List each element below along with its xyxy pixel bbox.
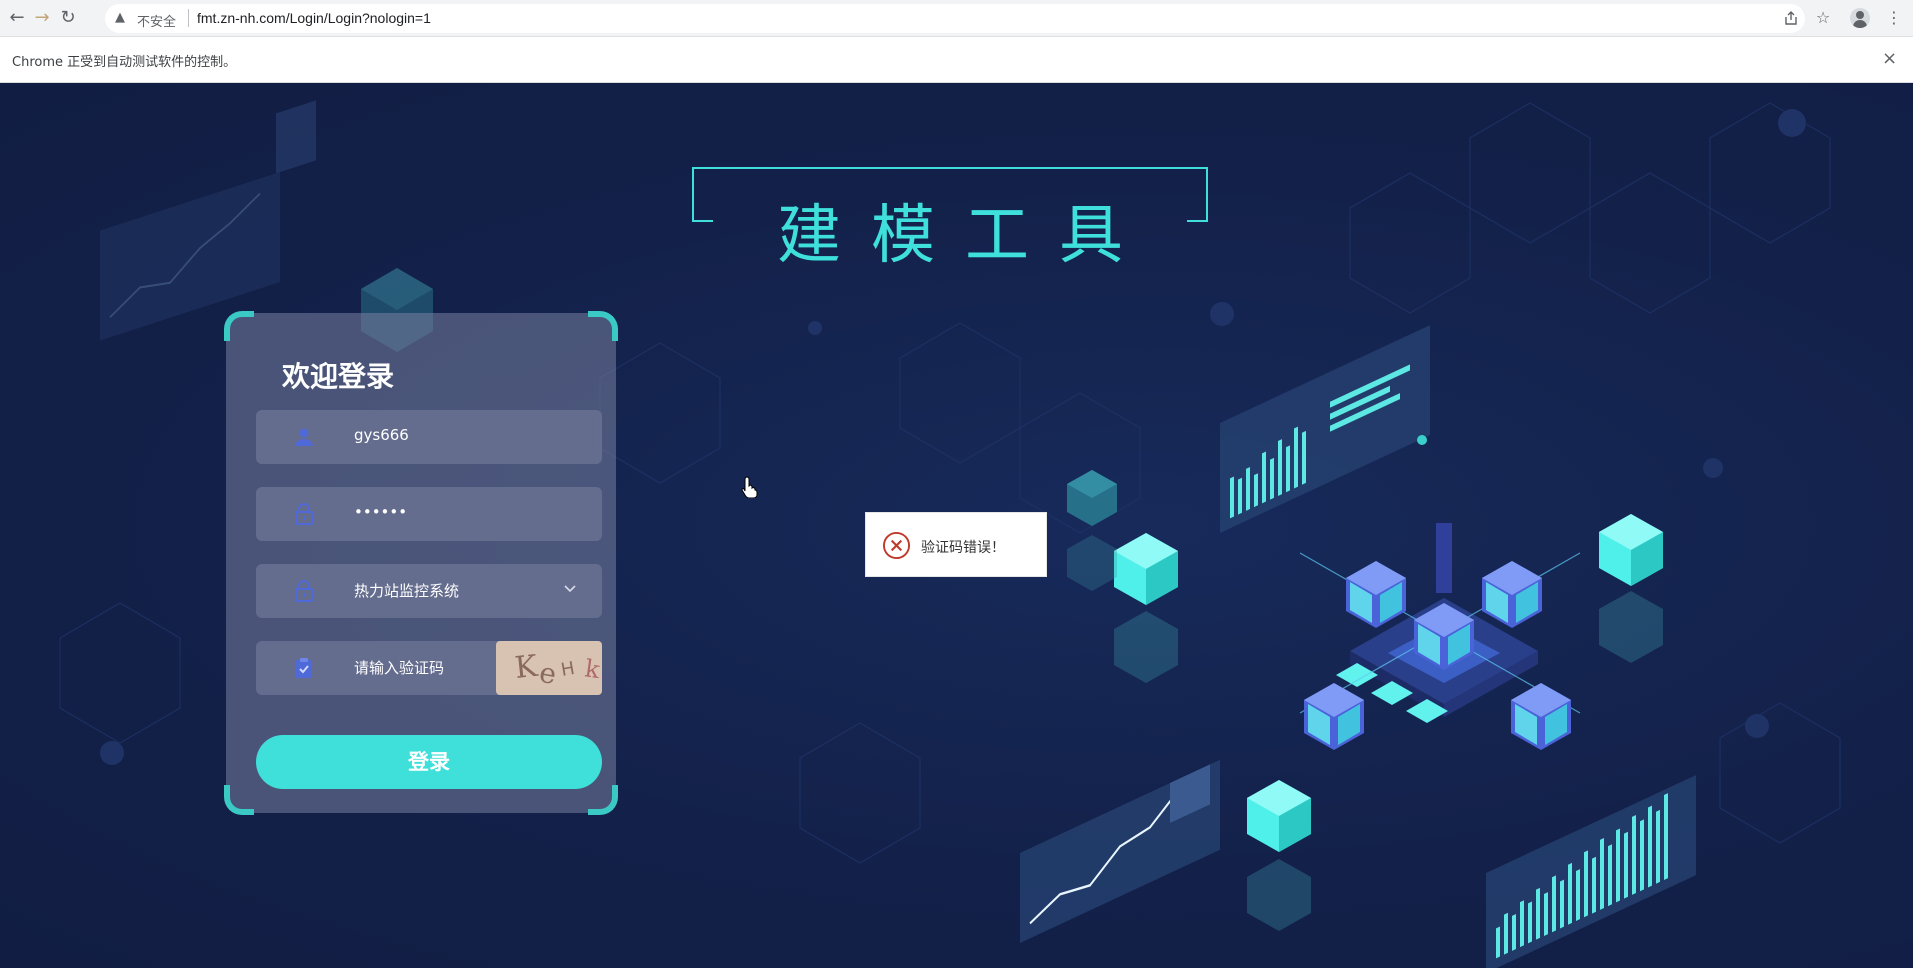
infobar-close-button[interactable]: × — [1882, 48, 1897, 69]
user-icon — [295, 428, 313, 446]
security-label[interactable]: 不安全 — [137, 11, 176, 30]
svg-text:H: H — [559, 658, 576, 681]
svg-text:K: K — [513, 649, 540, 686]
clipboard-check-icon — [296, 658, 312, 678]
reload-button[interactable]: ↻ — [56, 6, 80, 30]
automation-infobar: Chrome 正受到自动测试软件的控制。 × — [0, 37, 1913, 83]
login-button[interactable]: 登录 — [256, 735, 602, 789]
url-text[interactable]: fmt.zn-nh.com/Login/Login?nologin=1 — [197, 10, 431, 26]
username-field[interactable]: gys666 — [256, 410, 602, 464]
chevron-down-icon[interactable] — [560, 578, 580, 598]
lock-icon — [295, 580, 313, 602]
forward-button[interactable]: → — [30, 6, 54, 30]
password-field[interactable]: •••••• — [256, 487, 602, 541]
username-value[interactable]: gys666 — [354, 426, 409, 444]
menu-icon[interactable]: ⋮ — [1882, 6, 1906, 30]
svg-text:k: k — [583, 654, 602, 684]
system-select[interactable]: 热力站监控系统 — [256, 564, 602, 618]
address-separator — [188, 9, 189, 27]
error-circle-icon — [882, 531, 911, 560]
page-title: 建模工具 — [777, 199, 1153, 273]
hand-cursor-icon — [741, 476, 758, 498]
browser-toolbar: ← → ↻ ▲ 不安全 fmt.zn-nh.com/Login/Login?no… — [0, 0, 1913, 37]
toast-message: 验证码错误！ — [921, 540, 1005, 556]
login-card: 欢迎登录 gys666 •••••• 热力站监控系统 请输入验证码 K e H … — [224, 311, 618, 815]
star-icon[interactable]: ☆ — [1811, 6, 1835, 30]
login-heading: 欢迎登录 — [282, 360, 395, 393]
share-icon[interactable] — [1779, 6, 1803, 30]
login-page: 建模工具 欢迎登录 gys666 •••••• 热力站监控系统 请输入验证码 K… — [0, 83, 1913, 968]
svg-text:e: e — [537, 656, 559, 691]
address-bar[interactable]: ▲ 不安全 fmt.zn-nh.com/Login/Login?nologin=… — [105, 4, 1805, 33]
system-selected-value[interactable]: 热力站监控系统 — [354, 580, 459, 601]
warning-icon[interactable]: ▲ — [115, 10, 125, 25]
lock-icon — [295, 503, 313, 525]
infobar-message: Chrome 正受到自动测试软件的控制。 — [12, 55, 237, 70]
profile-icon[interactable] — [1850, 8, 1870, 28]
captcha-input[interactable]: 请输入验证码 — [354, 657, 444, 678]
back-button[interactable]: ← — [5, 6, 29, 30]
password-value[interactable]: •••••• — [354, 503, 407, 521]
card-corner-decoration — [224, 311, 254, 341]
captcha-field[interactable]: 请输入验证码 K e H k — [256, 641, 602, 695]
captcha-image[interactable]: K e H k — [496, 641, 602, 695]
error-toast: 验证码错误！ — [865, 512, 1047, 577]
